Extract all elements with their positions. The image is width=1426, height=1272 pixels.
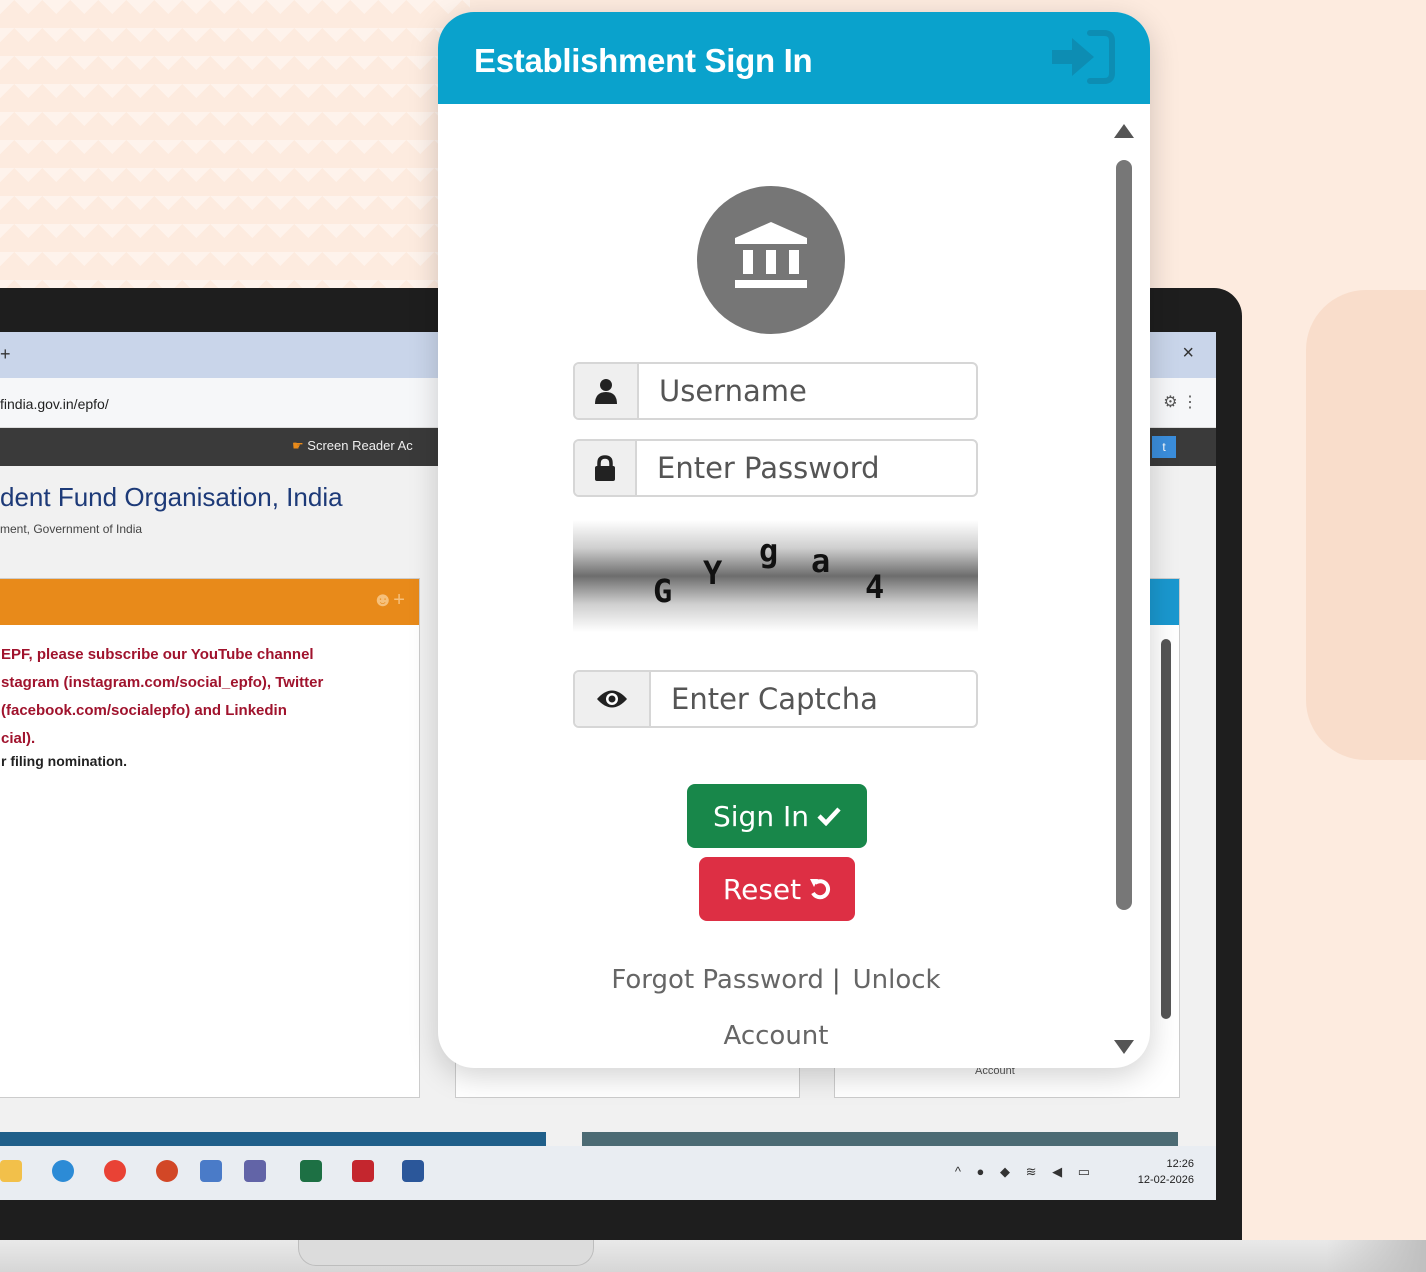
- notice-panel-header: ☻+: [0, 579, 419, 625]
- new-tab-button[interactable]: +: [0, 344, 11, 365]
- powerpoint-icon[interactable]: [156, 1160, 178, 1182]
- modal-header: Establishment Sign In: [438, 12, 1150, 104]
- check-icon: [817, 807, 841, 826]
- bottom-bar-left: [0, 1132, 546, 1146]
- signin-modal: Establishment Sign In Username G Y g a 4…: [438, 12, 1150, 1068]
- taskbar: ^ ● ◆ ≋ ◀ ▭ 12:26 12-02-2026: [0, 1146, 1216, 1200]
- password-input[interactable]: [657, 441, 967, 495]
- reset-button[interactable]: Reset: [699, 857, 855, 921]
- decorative-gear: [1306, 290, 1426, 760]
- laptop-base: [0, 1240, 1426, 1272]
- notice-line: stagram (instagram.com/social_epfo), Twi…: [1, 674, 324, 691]
- sign-in-button[interactable]: Sign In: [687, 784, 867, 848]
- captcha-addon[interactable]: [575, 672, 651, 726]
- clock-time: 12:26: [1166, 1158, 1194, 1170]
- password-addon: [575, 441, 637, 495]
- captcha-char: g: [759, 532, 779, 570]
- forgot-password-link[interactable]: Forgot Password: [611, 965, 823, 995]
- excel-icon[interactable]: [300, 1160, 322, 1182]
- eye-icon: [597, 690, 627, 708]
- twitter-icon[interactable]: t: [1152, 436, 1176, 458]
- username-addon: [575, 364, 639, 418]
- captcha-char: G: [653, 572, 673, 610]
- background-pattern: [0, 0, 470, 300]
- org-title: dent Fund Organisation, India: [0, 482, 343, 512]
- user-icon: [595, 379, 617, 404]
- captcha-char: a: [811, 542, 831, 580]
- acrobat-icon[interactable]: [352, 1160, 374, 1182]
- bottom-bar-right: [582, 1132, 1178, 1146]
- laptop-notch: [298, 1240, 594, 1266]
- establishment-avatar: [697, 186, 845, 334]
- username-field: [573, 362, 978, 420]
- url-text[interactable]: findia.gov.in/epfo/: [0, 396, 109, 412]
- close-window-button[interactable]: ×: [1182, 342, 1194, 365]
- browser-menu-icon[interactable]: ⚙ ⋮: [1163, 392, 1198, 412]
- right-panel-scrollbar[interactable]: [1161, 639, 1171, 1019]
- unlock-account-link[interactable]: Unlock: [853, 965, 941, 995]
- add-user-icon: ☻+: [372, 589, 405, 611]
- notice-line: EPF, please subscribe our YouTube channe…: [1, 646, 314, 663]
- notice-text: EPF, please subscribe our YouTube channe…: [0, 625, 419, 753]
- username-input[interactable]: [659, 364, 969, 418]
- captcha-field: [573, 670, 978, 728]
- link-separator: |: [831, 965, 841, 995]
- captcha-image: G Y g a 4: [573, 520, 978, 632]
- notice-panel: ☻+ EPF, please subscribe our YouTube cha…: [0, 578, 420, 1098]
- scroll-up-arrow-icon[interactable]: [1114, 124, 1134, 138]
- notice-filing: r filing nomination.: [1, 753, 127, 769]
- scroll-thumb[interactable]: [1116, 160, 1132, 910]
- chrome-icon[interactable]: [104, 1160, 126, 1182]
- sign-in-icon: [1052, 30, 1115, 84]
- modal-title: Establishment Sign In: [474, 42, 813, 79]
- system-tray-icons[interactable]: ^ ● ◆ ≋ ◀ ▭: [955, 1164, 1096, 1180]
- file-explorer-icon[interactable]: [0, 1160, 22, 1182]
- unlock-account-link-line2[interactable]: Account: [724, 1021, 829, 1051]
- decorative-stripe: [1326, 1240, 1426, 1272]
- org-subtitle: ment, Government of India: [0, 522, 143, 536]
- outlook-icon[interactable]: [200, 1160, 222, 1182]
- notice-line: (facebook.com/socialepfo) and Linkedin: [1, 702, 287, 719]
- captcha-char: Y: [703, 554, 723, 592]
- teams-icon[interactable]: [244, 1160, 266, 1182]
- taskbar-clock[interactable]: 12:26 12-02-2026: [1138, 1156, 1194, 1188]
- clock-date: 12-02-2026: [1137, 1174, 1194, 1186]
- lock-icon: [595, 455, 615, 481]
- word-icon[interactable]: [402, 1160, 424, 1182]
- undo-icon: [810, 879, 831, 900]
- account-links: Forgot Password | Unlock Account: [438, 952, 1114, 1064]
- reset-label: Reset: [722, 872, 802, 906]
- bank-icon: [735, 222, 807, 288]
- captcha-char: 4: [865, 568, 885, 606]
- modal-scrollbar[interactable]: [1114, 124, 1134, 1064]
- screen-reader-link[interactable]: ☛ Screen Reader Ac: [292, 438, 413, 454]
- captcha-input[interactable]: [671, 672, 971, 726]
- password-field: [573, 439, 978, 497]
- edge-icon[interactable]: [52, 1160, 74, 1182]
- scroll-down-arrow-icon[interactable]: [1114, 1040, 1134, 1054]
- notice-line: cial).: [1, 730, 36, 747]
- sign-in-label: Sign In: [713, 799, 809, 833]
